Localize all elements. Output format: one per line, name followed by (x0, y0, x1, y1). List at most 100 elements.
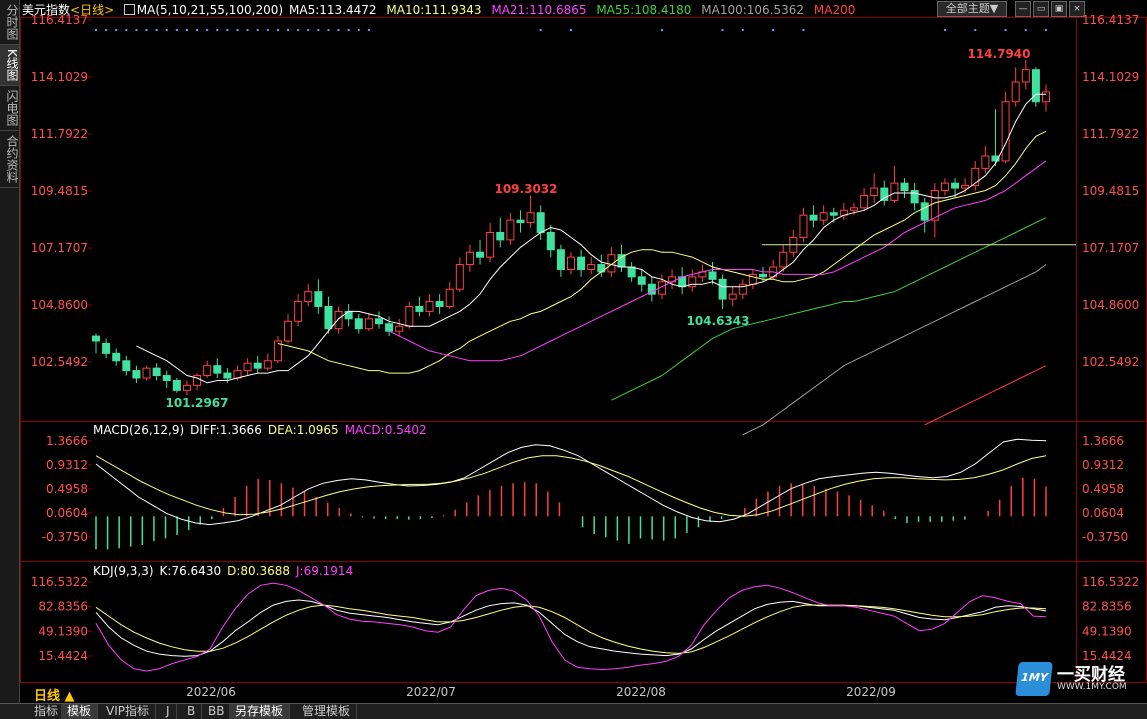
signal-dot (367, 29, 370, 31)
candle-body (425, 301, 434, 312)
signal-dot (236, 29, 239, 31)
candle-body (900, 182, 909, 192)
candle (789, 230, 798, 258)
kdj-right-tick-2: 49.1390 (1082, 624, 1132, 638)
candle-body (708, 271, 717, 280)
kdj-right-tick-1: 82.8356 (1082, 600, 1132, 614)
candle-body (961, 185, 970, 189)
candle (940, 178, 949, 196)
candle-body (930, 190, 939, 221)
candle-body (405, 305, 414, 327)
candle (567, 252, 575, 275)
bottom-toolbar: 指标 模板 VIP指标 J B BB 另存模板 管理模板 (0, 703, 1147, 719)
candle-body (617, 254, 626, 268)
candle-body (284, 320, 293, 342)
candle-body (203, 365, 212, 377)
macd-left-tick-3: 0.0604 (46, 506, 88, 520)
bottom-tab-5[interactable]: BB (202, 704, 232, 719)
price-annotation-low: 104.6343 (686, 314, 749, 328)
signal-dot (357, 29, 360, 31)
signal-dot (196, 29, 199, 31)
candle (526, 195, 535, 228)
candle (546, 225, 555, 258)
candle-body (465, 251, 474, 266)
signal-dot (165, 29, 168, 31)
bottom-tab-4[interactable]: B (181, 704, 203, 719)
bottom-tab-2[interactable]: VIP指标 (100, 704, 156, 719)
brand-url: WWW.1MY.COM (1057, 682, 1127, 692)
chart-canvas[interactable]: 116.4137 116.4137 114.1029 114.1029 111.7922… (0, 0, 1147, 703)
candle (1001, 91, 1010, 164)
candle (991, 109, 1000, 166)
kdj-right-tick-0: 116.5322 (1082, 575, 1139, 589)
candle-body (1042, 91, 1050, 103)
candle-body (516, 219, 525, 224)
candle-body (940, 182, 949, 192)
candle (920, 197, 929, 233)
bottom-tab-0[interactable]: 指标 (28, 704, 66, 719)
bottom-tab-6[interactable]: 另存模板 (229, 704, 291, 719)
candle (981, 146, 990, 174)
candle-body (546, 231, 555, 251)
price-right-tick-3: 109.4815 (1082, 184, 1139, 198)
candle (678, 267, 687, 295)
price-left-tick-1: 114.1029 (31, 70, 88, 84)
signal-dot (226, 29, 229, 31)
candle-body (294, 301, 303, 322)
candle-body (395, 325, 404, 332)
signal-dot (802, 29, 805, 31)
signal-dot (185, 29, 188, 31)
candle (870, 173, 879, 203)
line-ma10 (277, 130, 1047, 374)
candle-body (415, 305, 424, 312)
candle-body (486, 231, 495, 258)
macd-right-tick-3: 0.0604 (1082, 506, 1124, 520)
candle (102, 338, 111, 359)
candle-body (1021, 69, 1030, 83)
candle (476, 239, 485, 265)
candle (344, 304, 353, 327)
bottom-tab-3[interactable]: J (160, 704, 177, 719)
signal-dot (974, 29, 977, 31)
price-right-tick-4: 107.1707 (1082, 241, 1139, 255)
candle (415, 296, 424, 317)
kdj-line-k (95, 599, 1047, 657)
candle (112, 348, 121, 366)
candle (698, 264, 707, 282)
x-tick-2: 2022/08 (616, 685, 666, 699)
candle-body (819, 212, 828, 221)
candle (890, 165, 899, 203)
candle-body (92, 335, 100, 342)
bottom-tab-7[interactable]: 管理模板 (296, 704, 358, 719)
candle (263, 353, 272, 371)
candle (193, 373, 202, 391)
candle-body (597, 264, 606, 273)
candle (385, 316, 394, 337)
candle (910, 183, 919, 211)
candle-body (759, 273, 768, 278)
signal-dot (539, 29, 542, 31)
macd-line-diff (95, 438, 1047, 526)
candles-group (92, 60, 1050, 396)
signal-dot (317, 29, 320, 31)
bottom-tab-1[interactable]: 模板 (61, 704, 99, 719)
candle (374, 311, 383, 329)
macd-left-tick-0: 1.3666 (46, 434, 88, 448)
candle (971, 160, 980, 191)
candle (1021, 60, 1030, 90)
candle-body (172, 379, 181, 391)
candle-body (910, 190, 919, 204)
price-left-tick-0: 116.4137 (31, 13, 88, 27)
price-right-tick-2: 111.7922 (1082, 127, 1139, 141)
candle (354, 313, 363, 334)
candle-body (718, 278, 727, 300)
timeframe-toggle[interactable]: 日线 ▲ (34, 685, 75, 704)
candle (1042, 84, 1050, 112)
candle (405, 301, 414, 329)
macd-left-tick-4: -0.3750 (42, 530, 88, 544)
macd-right-tick-4: -0.3750 (1082, 530, 1128, 544)
candle-body (324, 305, 333, 330)
candle (92, 333, 100, 354)
price-left-tick-6: 102.5492 (31, 355, 88, 369)
candle (637, 269, 646, 292)
